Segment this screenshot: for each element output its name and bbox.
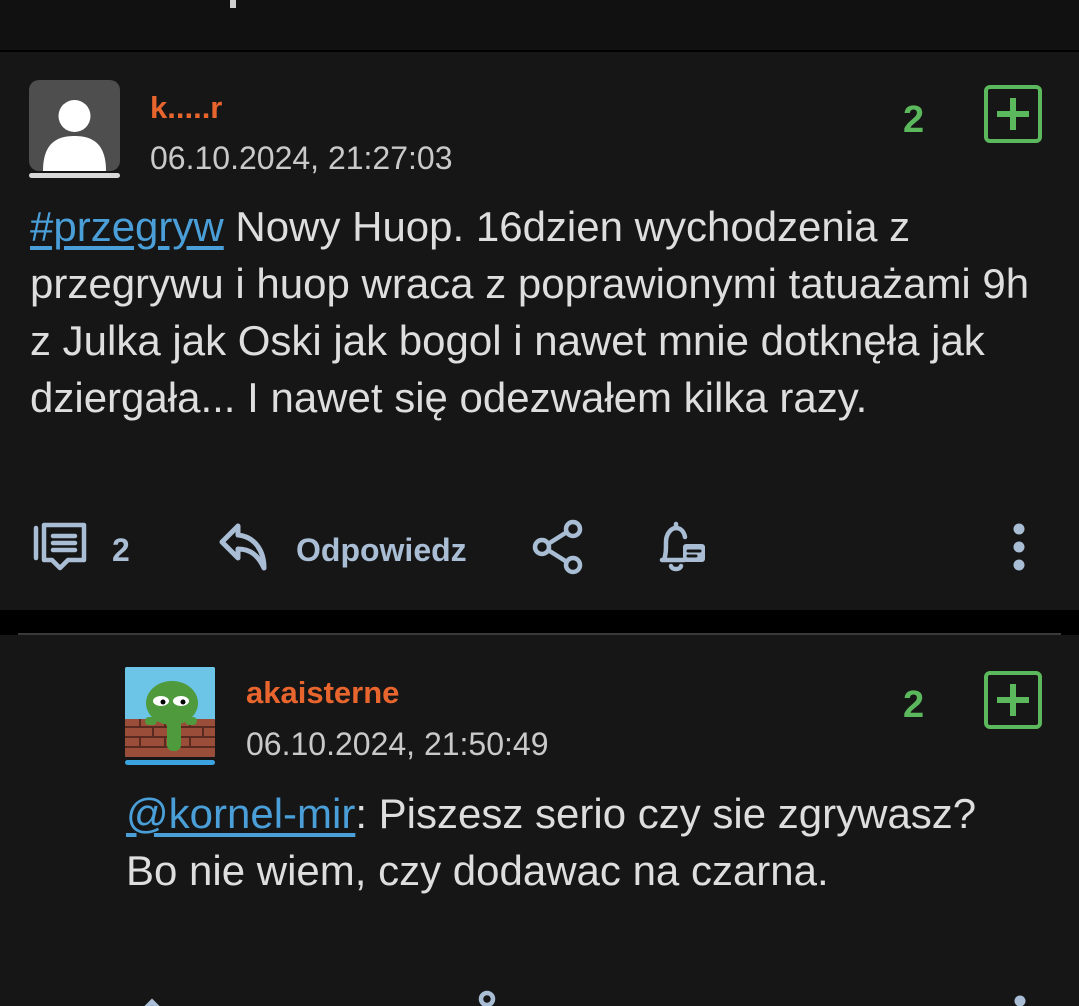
- avatar-underline: [125, 760, 215, 765]
- post-body: #przegryw Nowy Huop. 16dzien wychodzenia…: [30, 198, 1040, 426]
- frog-avatar[interactable]: [125, 667, 215, 757]
- comments-icon[interactable]: [30, 520, 90, 572]
- notification-bell-icon[interactable]: [654, 518, 710, 576]
- share-icon[interactable]: [531, 518, 587, 576]
- post-card: k.....r 06.10.2024, 21:27:03 2 #przegryw…: [0, 52, 1079, 610]
- reply-button[interactable]: Odpowiedz: [296, 532, 467, 569]
- post-separator-gap: [0, 610, 1079, 634]
- reply-arrow-icon[interactable]: [218, 522, 270, 572]
- hashtag-link[interactable]: #przegryw: [30, 203, 224, 250]
- comments-count[interactable]: 2: [112, 532, 130, 569]
- post-vote-count: 2: [903, 99, 925, 141]
- reply-body: @kornel-mir: Piszesz serio czy sie zgryw…: [126, 785, 1026, 899]
- reply-card: akaisterne 06.10.2024, 21:50:49 2 @korne…: [0, 635, 1079, 1006]
- mention-link[interactable]: @kornel-mir: [126, 790, 355, 837]
- text-fragment: [230, 0, 236, 8]
- reply-arrow-icon[interactable]: [130, 990, 182, 1006]
- avatar-underline: [29, 173, 120, 178]
- reply-username[interactable]: akaisterne: [246, 675, 399, 711]
- plus-vote-icon[interactable]: [984, 671, 1042, 729]
- reply-vote-count: 2: [903, 684, 925, 726]
- user-placeholder-avatar[interactable]: [29, 80, 120, 171]
- share-icon[interactable]: [470, 989, 500, 1006]
- more-vertical-icon[interactable]: [1010, 522, 1028, 572]
- more-vertical-icon[interactable]: [1012, 993, 1028, 1006]
- plus-vote-icon[interactable]: [984, 85, 1042, 143]
- post-timestamp[interactable]: 06.10.2024, 21:27:03: [150, 140, 453, 177]
- post-username[interactable]: k.....r: [150, 90, 222, 126]
- reply-timestamp[interactable]: 06.10.2024, 21:50:49: [246, 726, 549, 763]
- previous-content-strip: [0, 0, 1079, 50]
